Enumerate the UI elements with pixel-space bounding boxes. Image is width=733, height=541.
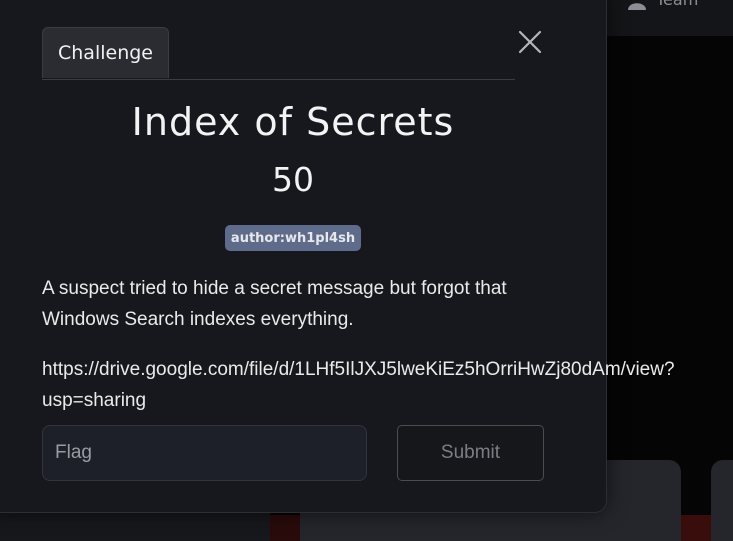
author-tag: author:wh1pl4sh xyxy=(225,225,361,251)
challenge-card[interactable] xyxy=(711,460,733,541)
team-nav-link[interactable]: Team xyxy=(628,0,698,10)
challenge-title: Index of Secrets xyxy=(131,100,455,144)
challenge-link[interactable]: https://drive.google.com/file/d/1LHf5IlJ… xyxy=(42,354,732,416)
page: Team Challenge Index of Secrets 50 autho… xyxy=(0,0,733,541)
flag-input[interactable] xyxy=(42,425,367,481)
challenge-points: 50 xyxy=(272,160,314,199)
submit-button[interactable]: Submit xyxy=(397,425,544,481)
modal-tabs: Challenge xyxy=(42,27,515,80)
close-icon[interactable] xyxy=(518,30,542,54)
challenge-description: A suspect tried to hide a secret message… xyxy=(42,278,507,330)
team-nav-label: Team xyxy=(656,0,698,9)
tab-challenge[interactable]: Challenge xyxy=(42,27,169,78)
background-accent xyxy=(681,515,711,541)
user-icon xyxy=(628,3,646,10)
background-panel xyxy=(0,512,270,541)
background-accent xyxy=(270,515,300,541)
